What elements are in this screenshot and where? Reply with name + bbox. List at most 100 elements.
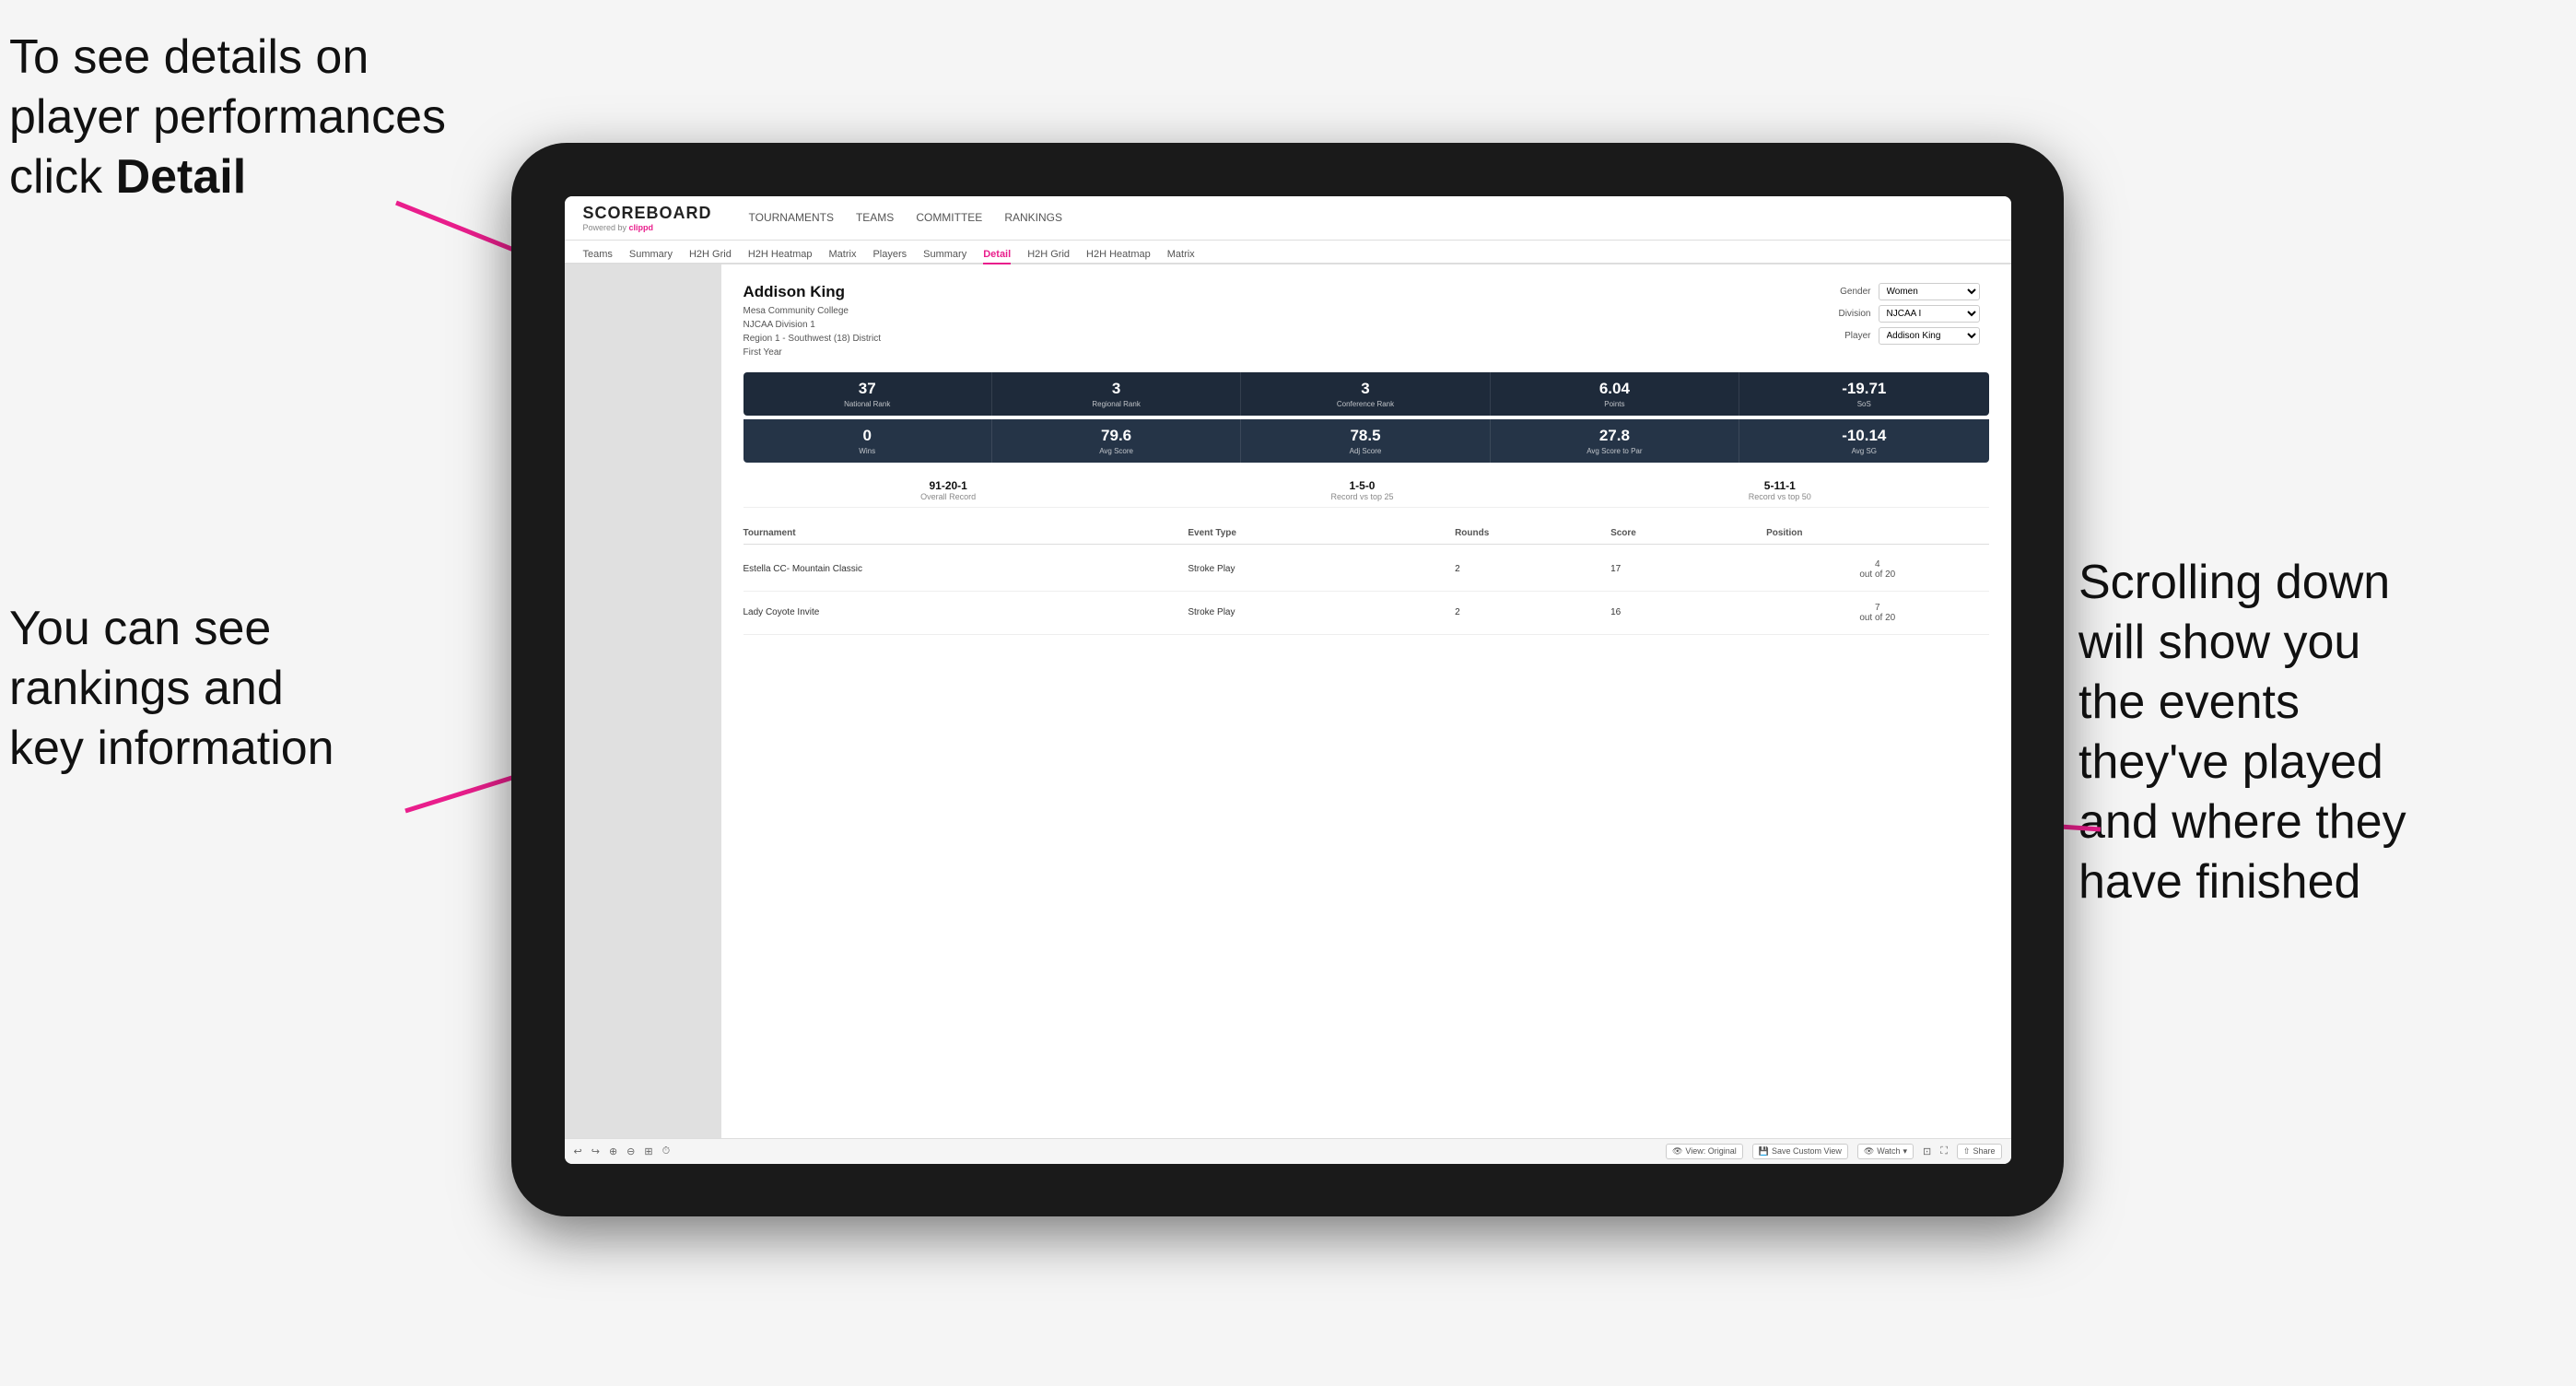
nav-committee[interactable]: COMMITTEE xyxy=(916,209,982,226)
player-region: Region 1 - Southwest (18) District xyxy=(744,332,882,346)
player-year: First Year xyxy=(744,346,882,359)
stat-value-adj-score: 78.5 xyxy=(1247,427,1483,445)
subnav-h2hgrid2[interactable]: H2H Grid xyxy=(1027,246,1070,264)
nav-rankings[interactable]: RANKINGS xyxy=(1004,209,1062,226)
stat-label-avg-score: Avg Score xyxy=(998,447,1235,455)
subnav-h2hheatmap2[interactable]: H2H Heatmap xyxy=(1086,246,1151,264)
record-top50-label: Record vs top 50 xyxy=(1749,492,1811,501)
player-select[interactable]: Addison King xyxy=(1879,327,1980,345)
top-nav: SCOREBOARD Powered by clippd TOURNAMENTS… xyxy=(565,196,2011,241)
tablet-icon[interactable]: ⊡ xyxy=(1923,1145,1931,1157)
subnav-summary2[interactable]: Summary xyxy=(923,246,966,264)
subnav-matrix[interactable]: Matrix xyxy=(829,246,857,264)
record-overall: 91-20-1 Overall Record xyxy=(920,479,976,501)
logo-scoreboard: SCOREBOARD xyxy=(583,204,712,223)
content-panel: Addison King Mesa Community College NJCA… xyxy=(721,264,2011,1138)
td-event-type-1: Stroke Play xyxy=(1188,564,1455,574)
td-score-1: 17 xyxy=(1610,564,1766,574)
division-filter: Division NJCAA I NJCAA II xyxy=(1823,305,1989,323)
stat-value-conference: 3 xyxy=(1247,380,1483,398)
stats-row1: 37 National Rank 3 Regional Rank 3 Confe… xyxy=(744,372,1989,416)
th-rounds: Rounds xyxy=(1455,528,1610,538)
stat-value-national: 37 xyxy=(749,380,986,398)
td-event-type-2: Stroke Play xyxy=(1188,607,1455,617)
redo-icon[interactable]: ↪ xyxy=(591,1145,600,1157)
stat-label-regional: Regional Rank xyxy=(998,400,1235,408)
nav-tournaments[interactable]: TOURNAMENTS xyxy=(749,209,834,226)
save-custom-label: Save Custom View xyxy=(1772,1146,1842,1156)
table-row: Estella CC- Mountain Classic Stroke Play… xyxy=(744,548,1989,592)
record-top25: 1-5-0 Record vs top 25 xyxy=(1330,479,1393,501)
stat-label-wins: Wins xyxy=(749,447,986,455)
stat-label-adj-score: Adj Score xyxy=(1247,447,1483,455)
fullscreen-icon[interactable]: ⛶ xyxy=(1940,1145,1948,1157)
share-label: Share xyxy=(1973,1146,1995,1156)
clock-icon[interactable]: ⏱ xyxy=(662,1145,671,1157)
logo-brand: clippd xyxy=(629,223,654,232)
watch-button[interactable]: 👁 Watch ▾ xyxy=(1857,1144,1914,1159)
division-select[interactable]: NJCAA I NJCAA II xyxy=(1879,305,1980,323)
stat-avg-sg: -10.14 Avg SG xyxy=(1739,419,1988,463)
stat-wins: 0 Wins xyxy=(744,419,992,463)
th-event-type: Event Type xyxy=(1188,528,1455,538)
stat-sos: -19.71 SoS xyxy=(1739,372,1988,416)
stat-value-wins: 0 xyxy=(749,427,986,445)
player-name: Addison King xyxy=(744,283,882,301)
stat-adj-score: 78.5 Adj Score xyxy=(1241,419,1490,463)
layout-icon[interactable]: ⊞ xyxy=(644,1145,652,1157)
subnav-teams[interactable]: Teams xyxy=(583,246,613,264)
td-rounds-1: 2 xyxy=(1455,564,1610,574)
watch-chevron-icon: ▾ xyxy=(1903,1146,1907,1157)
stat-label-avg-score-par: Avg Score to Par xyxy=(1496,447,1733,455)
share-button[interactable]: ⇧ Share xyxy=(1957,1144,2002,1159)
annotation-topleft: To see details on player performances cl… xyxy=(9,28,488,207)
records-row: 91-20-1 Overall Record 1-5-0 Record vs t… xyxy=(744,474,1989,508)
left-sidebar xyxy=(565,264,721,1138)
stat-avg-score-par: 27.8 Avg Score to Par xyxy=(1491,419,1739,463)
main-content: Addison King Mesa Community College NJCA… xyxy=(565,264,2011,1138)
record-top25-label: Record vs top 25 xyxy=(1330,492,1393,501)
zoom-out-icon[interactable]: ⊖ xyxy=(626,1145,635,1157)
record-top50: 5-11-1 Record vs top 50 xyxy=(1749,479,1811,501)
tablet-frame: SCOREBOARD Powered by clippd TOURNAMENTS… xyxy=(511,143,2064,1216)
share-icon: ⇧ xyxy=(1963,1146,1971,1157)
stat-avg-score: 79.6 Avg Score xyxy=(992,419,1241,463)
player-filter-label: Player xyxy=(1823,331,1871,341)
stat-value-avg-sg: -10.14 xyxy=(1745,427,1983,445)
stat-label-avg-sg: Avg SG xyxy=(1745,447,1983,455)
subnav-summary[interactable]: Summary xyxy=(629,246,673,264)
zoom-in-icon[interactable]: ⊕ xyxy=(609,1145,617,1157)
td-position-1: 4out of 20 xyxy=(1766,559,1988,580)
view-original-icon: 👁 xyxy=(1672,1146,1682,1157)
subnav-h2hheatmap[interactable]: H2H Heatmap xyxy=(748,246,813,264)
gender-filter: Gender Women Men xyxy=(1823,283,1989,300)
th-tournament: Tournament xyxy=(744,528,1188,538)
stat-value-avg-score-par: 27.8 xyxy=(1496,427,1733,445)
undo-icon[interactable]: ↩ xyxy=(574,1145,582,1157)
stat-label-conference: Conference Rank xyxy=(1247,400,1483,408)
save-icon: 💾 xyxy=(1759,1146,1769,1157)
watch-icon: 👁 xyxy=(1864,1146,1874,1157)
gender-select[interactable]: Women Men xyxy=(1879,283,1980,300)
record-overall-label: Overall Record xyxy=(920,492,976,501)
td-tournament-1: Estella CC- Mountain Classic xyxy=(744,564,1188,574)
watch-label: Watch xyxy=(1877,1146,1900,1156)
table-header: Tournament Event Type Rounds Score Posit… xyxy=(744,523,1989,545)
td-rounds-2: 2 xyxy=(1455,607,1610,617)
stat-value-avg-score: 79.6 xyxy=(998,427,1235,445)
gender-label: Gender xyxy=(1823,287,1871,297)
subnav-h2hgrid[interactable]: H2H Grid xyxy=(689,246,732,264)
stat-label-points: Points xyxy=(1496,400,1733,408)
nav-teams[interactable]: TEAMS xyxy=(856,209,894,226)
record-top50-value: 5-11-1 xyxy=(1749,479,1811,492)
stat-points: 6.04 Points xyxy=(1491,372,1739,416)
save-custom-button[interactable]: 💾 Save Custom View xyxy=(1752,1144,1848,1159)
logo-area: SCOREBOARD Powered by clippd xyxy=(583,204,712,232)
subnav-detail[interactable]: Detail xyxy=(983,246,1011,264)
view-original-button[interactable]: 👁 View: Original xyxy=(1666,1144,1743,1159)
subnav-matrix2[interactable]: Matrix xyxy=(1167,246,1195,264)
th-score: Score xyxy=(1610,528,1766,538)
subnav-players[interactable]: Players xyxy=(872,246,907,264)
stat-value-points: 6.04 xyxy=(1496,380,1733,398)
stat-value-regional: 3 xyxy=(998,380,1235,398)
